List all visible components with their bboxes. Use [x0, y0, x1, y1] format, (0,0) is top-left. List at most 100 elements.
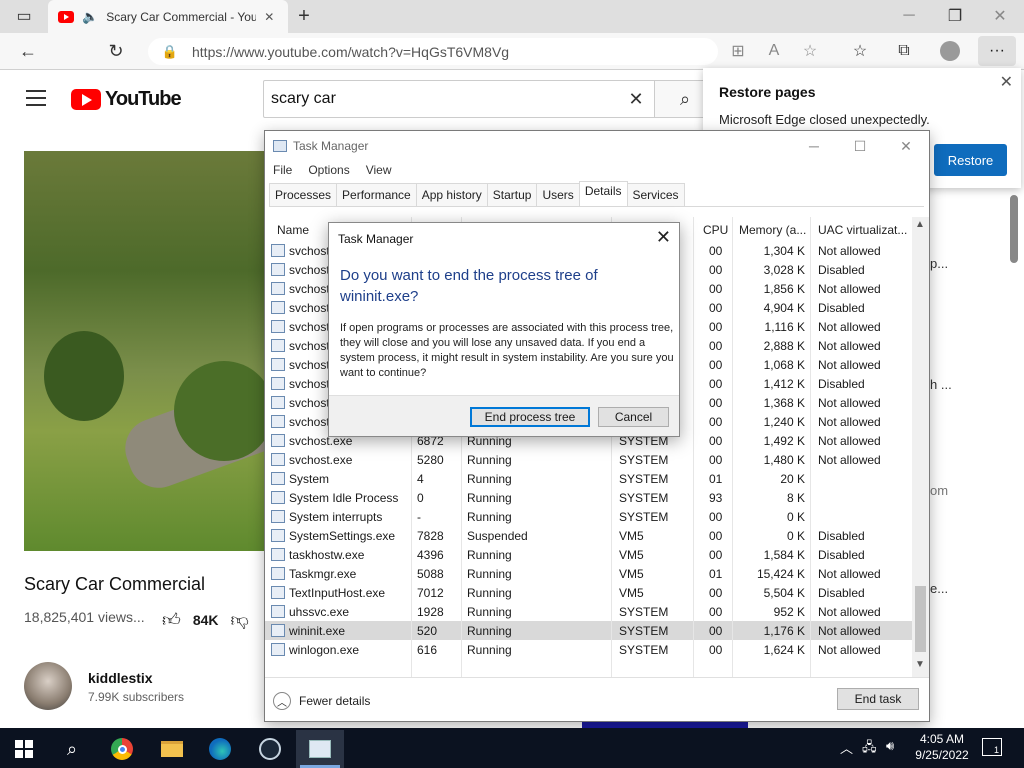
restore-button[interactable]: Restore — [934, 144, 1007, 176]
thumbs-up-icon[interactable]: 👍︎ — [162, 609, 181, 631]
url-field[interactable]: https://www.youtube.com/watch?v=HqGsT6VM… — [148, 38, 718, 65]
cell-status: Running — [467, 624, 512, 638]
tab-startup[interactable]: Startup — [486, 183, 538, 206]
network-icon[interactable]: 🖧 — [862, 738, 877, 760]
tab-close-icon[interactable]: ✕ — [264, 10, 274, 24]
close-window-icon[interactable]: ✕ — [990, 6, 1010, 26]
tab-processes[interactable]: Processes — [269, 183, 338, 206]
refresh-icon[interactable]: ↻ — [106, 41, 126, 61]
process-icon — [271, 263, 285, 276]
table-row[interactable]: System 4 Running SYSTEM 01 20 K — [265, 469, 913, 488]
new-tab-icon[interactable]: + — [294, 5, 314, 27]
search-icon[interactable]: ⌕ — [48, 730, 96, 768]
cell-status: Running — [467, 472, 512, 486]
dialog-body: If open programs or processes are associ… — [340, 322, 674, 379]
column-name[interactable]: Name — [277, 223, 309, 237]
end-task-button[interactable]: End task — [837, 688, 919, 710]
table-row[interactable]: System Idle Process 0 Running SYSTEM 93 8 K — [265, 488, 913, 507]
minimize-icon[interactable]: ─ — [899, 6, 919, 26]
cell-cpu: 00 — [709, 377, 723, 391]
tab-performance[interactable]: Performance — [336, 183, 417, 206]
read-aloud-icon[interactable]: A — [764, 41, 784, 61]
favorites-icon[interactable]: ☆ — [850, 41, 870, 61]
process-icon — [271, 510, 285, 523]
apps-icon[interactable]: ⊞ — [728, 41, 748, 61]
clear-search-icon[interactable]: ✕ — [626, 89, 646, 109]
like-area[interactable]: 👍︎ 84K 👎︎ — [162, 609, 249, 631]
volume-icon[interactable]: 🔊︎ — [886, 738, 894, 754]
close-icon[interactable]: ✕ — [656, 227, 671, 248]
table-row[interactable]: winlogon.exe 616 Running SYSTEM 00 1,624 K Not… — [265, 640, 913, 659]
tab-services[interactable]: Services — [626, 183, 685, 206]
task-manager-taskbar-icon[interactable] — [296, 730, 344, 768]
youtube-logo[interactable]: YouTube — [71, 88, 182, 111]
fewer-details-toggle[interactable]: ︿ Fewer details — [273, 692, 370, 710]
tab-app-history[interactable]: App history — [415, 183, 488, 206]
close-icon[interactable]: ✕ — [883, 131, 929, 161]
lock-icon[interactable]: 🔒 — [160, 42, 180, 62]
file-explorer-icon[interactable] — [148, 730, 196, 768]
minimize-icon[interactable]: ─ — [791, 131, 837, 161]
add-favorite-icon[interactable]: ☆ — [800, 41, 820, 61]
recommendation-text[interactable]: e... — [930, 581, 948, 596]
table-row[interactable]: uhssvc.exe 1928 Running SYSTEM 00 952 K Not al… — [265, 602, 913, 621]
windows-start-icon[interactable] — [0, 730, 48, 768]
table-row[interactable]: System interrupts - Running SYSTEM 00 0 K — [265, 507, 913, 526]
tab-users[interactable]: Users — [536, 183, 580, 206]
menu-file[interactable]: File — [273, 163, 292, 177]
column-memory[interactable]: Memory (a... — [739, 223, 806, 237]
process-icon — [271, 396, 285, 409]
table-row[interactable]: taskhostw.exe 4396 Running VM5 00 1,584 K Disa… — [265, 545, 913, 564]
menu-options[interactable]: Options — [308, 163, 349, 177]
table-row[interactable]: svchost.exe 5280 Running SYSTEM 00 1,480 K Not… — [265, 450, 913, 469]
tab-actions-icon[interactable]: ▭ — [14, 6, 34, 26]
restore-window-icon[interactable]: ❐ — [945, 6, 965, 26]
browser-tab[interactable]: 🔈 Scary Car Commercial - You ✕ — [48, 0, 288, 33]
settings-more-icon[interactable]: ··· — [978, 36, 1016, 66]
table-scrollbar-thumb[interactable] — [915, 586, 926, 652]
channel-name[interactable]: kiddlestix — [88, 670, 153, 686]
chrome-icon[interactable] — [98, 730, 146, 768]
column-uac[interactable]: UAC virtualizat... — [818, 223, 907, 237]
profile-avatar-icon[interactable] — [940, 41, 960, 61]
tab-details[interactable]: Details — [578, 181, 628, 206]
view-count[interactable]: 18,825,401 views... — [24, 609, 145, 625]
speaker-icon[interactable]: 🔈 — [82, 9, 98, 25]
hamburger-menu-icon[interactable] — [26, 90, 46, 106]
end-process-tree-button[interactable]: End process tree — [470, 407, 590, 427]
taskbar-clock[interactable]: 4:05 AM 9/25/2022 — [912, 731, 972, 763]
recommendation-text[interactable]: p... — [930, 256, 948, 271]
process-icon — [271, 415, 285, 428]
menu-view[interactable]: View — [366, 163, 392, 177]
table-row[interactable]: TextInputHost.exe 7012 Running VM5 00 5,504 K… — [265, 583, 913, 602]
youtube-search-input[interactable]: scary car — [263, 80, 655, 118]
fewer-details-label: Fewer details — [299, 694, 371, 708]
notification-icon[interactable]: 1 — [982, 738, 1002, 756]
close-icon[interactable]: ✕ — [1000, 72, 1013, 92]
maximize-icon[interactable]: ☐ — [837, 131, 883, 161]
thumbs-down-icon[interactable]: 👎︎ — [231, 609, 249, 631]
cell-cpu: 00 — [709, 624, 723, 638]
recommendation-text[interactable]: h ... — [930, 377, 952, 392]
recommendation-text[interactable]: om — [930, 483, 948, 498]
scroll-down-icon[interactable]: ▼ — [915, 659, 925, 670]
chevron-up-icon[interactable]: ︿ — [840, 738, 853, 757]
page-scrollbar-thumb[interactable] — [1010, 195, 1018, 263]
table-row[interactable]: Taskmgr.exe 5088 Running VM5 01 15,424 K Not a… — [265, 564, 913, 583]
cell-cpu: 00 — [709, 415, 723, 429]
channel-avatar[interactable] — [24, 662, 72, 710]
clock-date: 9/25/2022 — [915, 748, 969, 762]
edge-icon[interactable] — [196, 730, 244, 768]
cell-cpu: 00 — [709, 586, 723, 600]
scroll-up-icon[interactable]: ▲ — [915, 219, 925, 230]
table-row[interactable]: SystemSettings.exe 7828 Suspended VM5 00 0 K D… — [265, 526, 913, 545]
steam-icon[interactable] — [246, 730, 294, 768]
cell-cpu: 00 — [709, 301, 723, 315]
video-player[interactable] — [24, 151, 292, 551]
cancel-button[interactable]: Cancel — [598, 407, 669, 427]
back-arrow-icon[interactable]: ← — [18, 41, 38, 61]
collections-icon[interactable]: ⧉ — [894, 41, 914, 61]
table-row[interactable]: wininit.exe 520 Running SYSTEM 00 1,176 K Not … — [265, 621, 913, 640]
column-cpu[interactable]: CPU — [703, 223, 728, 237]
cell-user: SYSTEM — [619, 643, 669, 657]
